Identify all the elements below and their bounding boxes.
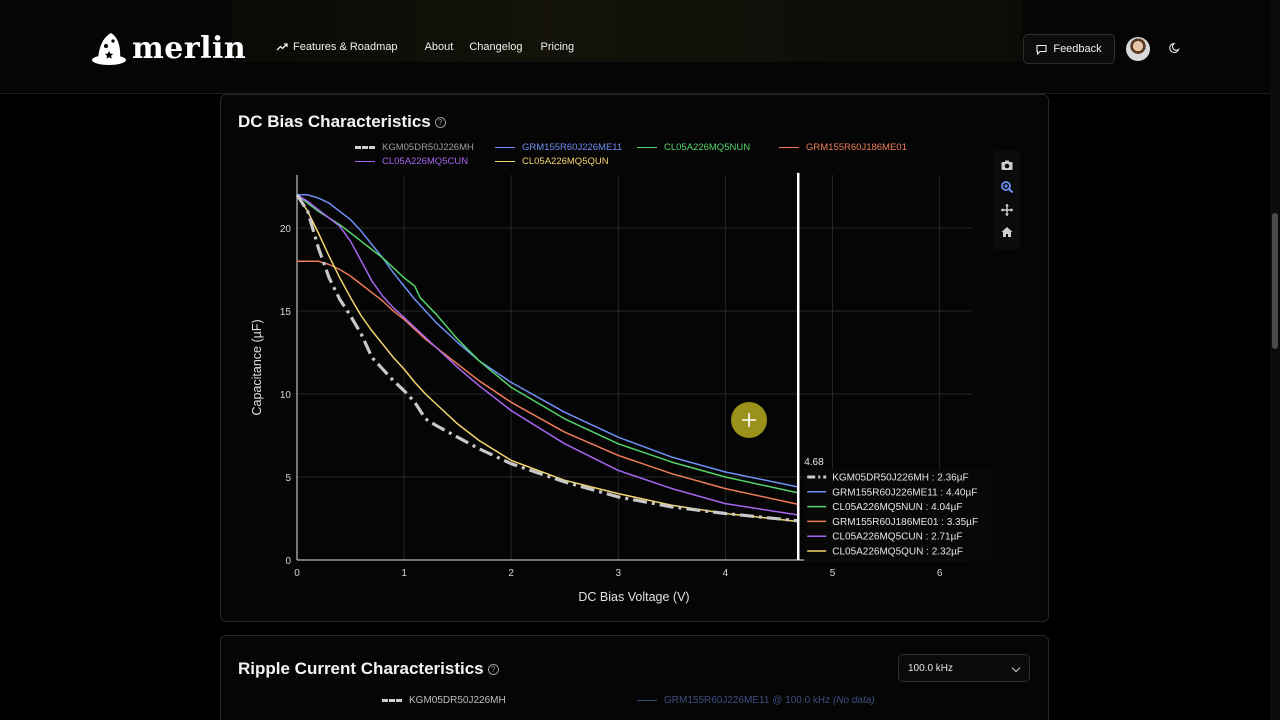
legend-swatch xyxy=(637,700,657,701)
dc-bias-card xyxy=(220,94,1049,622)
legend-label: KGM05DR50J226MH xyxy=(382,142,474,153)
nav-about-label: About xyxy=(424,41,454,53)
chart-modebar xyxy=(994,150,1020,250)
legend-item[interactable]: KGM05DR50J226MH xyxy=(355,142,474,153)
wizard-hat-icon xyxy=(90,30,128,66)
zoom-icon[interactable] xyxy=(1000,180,1014,194)
brand-logo[interactable]: merlin xyxy=(90,30,246,66)
brand-name: merlin xyxy=(132,30,247,66)
legend-item[interactable]: CL05A226MQ5CUN xyxy=(355,156,468,167)
chevron-down-icon xyxy=(1011,663,1021,673)
legend-label: GRM155R60J226ME11 xyxy=(522,142,623,153)
legend-swatch xyxy=(382,699,402,702)
moon-icon[interactable] xyxy=(1169,41,1183,55)
legend-label: KGM05DR50J226MH xyxy=(409,695,506,706)
ripple-legend-item[interactable]: GRM155R60J226ME11 @ 100.0 kHz (No data) xyxy=(637,695,875,706)
frequency-select[interactable]: 100.0 kHz xyxy=(898,654,1030,682)
ripple-title-text: Ripple Current Characteristics xyxy=(238,659,484,678)
nav-changelog-label: Changelog xyxy=(469,41,523,53)
legend-swatch xyxy=(355,146,375,149)
legend-swatch xyxy=(779,147,799,148)
legend-label: CL05A226MQ5CUN xyxy=(382,156,469,167)
pan-icon[interactable] xyxy=(1000,203,1014,217)
legend-swatch xyxy=(355,161,375,162)
top-navbar: merlin Features & Roadmap About Changelo… xyxy=(0,0,1270,94)
nav-features-label: Features & Roadmap xyxy=(293,41,398,53)
legend-item[interactable]: CL05A226MQ5NUN xyxy=(637,142,750,153)
camera-icon[interactable] xyxy=(1000,158,1014,172)
message-square-icon xyxy=(1036,44,1047,55)
feedback-button[interactable]: Feedback xyxy=(1023,34,1115,64)
legend-label-text: GRM155R60J226ME11 @ 100.0 kHz xyxy=(664,695,831,706)
user-avatar[interactable] xyxy=(1126,37,1150,61)
help-icon[interactable]: ? xyxy=(434,116,446,128)
legend-item[interactable]: CL05A226MQ5QUN xyxy=(495,156,609,167)
nav-pricing[interactable]: Pricing xyxy=(541,41,575,53)
trending-up-icon xyxy=(276,43,288,51)
legend-label: GRM155R60J186ME01 xyxy=(806,142,907,153)
nav-changelog[interactable]: Changelog xyxy=(469,41,522,53)
legend-item[interactable]: GRM155R60J186ME01 xyxy=(779,142,907,153)
main-nav: Features & Roadmap About Changelog Prici… xyxy=(276,41,574,53)
legend-swatch xyxy=(495,147,515,148)
dc-bias-title: DC Bias Characteristics ? xyxy=(238,112,446,132)
legend-label: CL05A226MQ5NUN xyxy=(664,142,751,153)
page-scrollbar[interactable] xyxy=(1270,0,1280,720)
feedback-label: Feedback xyxy=(1053,43,1102,55)
ripple-title: Ripple Current Characteristics ? xyxy=(238,659,499,679)
nav-features-roadmap[interactable]: Features & Roadmap xyxy=(276,41,398,53)
ripple-legend-item[interactable]: KGM05DR50J226MH xyxy=(382,695,506,706)
frequency-select-value: 100.0 kHz xyxy=(908,663,954,674)
nav-pricing-label: Pricing xyxy=(540,41,575,53)
help-icon[interactable]: ? xyxy=(487,663,499,675)
legend-label: CL05A226MQ5QUN xyxy=(522,156,609,167)
legend-label-note: (No data) xyxy=(832,695,875,706)
nav-about[interactable]: About xyxy=(425,41,454,53)
legend-label: GRM155R60J226ME11 @ 100.0 kHz (No data) xyxy=(664,695,875,706)
scrollbar-thumb[interactable] xyxy=(1272,213,1278,349)
legend-swatch xyxy=(495,161,515,162)
home-icon[interactable] xyxy=(1000,225,1014,239)
dc-bias-title-text: DC Bias Characteristics xyxy=(238,112,431,131)
legend-swatch xyxy=(637,147,657,148)
legend-item[interactable]: GRM155R60J226ME11 xyxy=(495,142,622,153)
